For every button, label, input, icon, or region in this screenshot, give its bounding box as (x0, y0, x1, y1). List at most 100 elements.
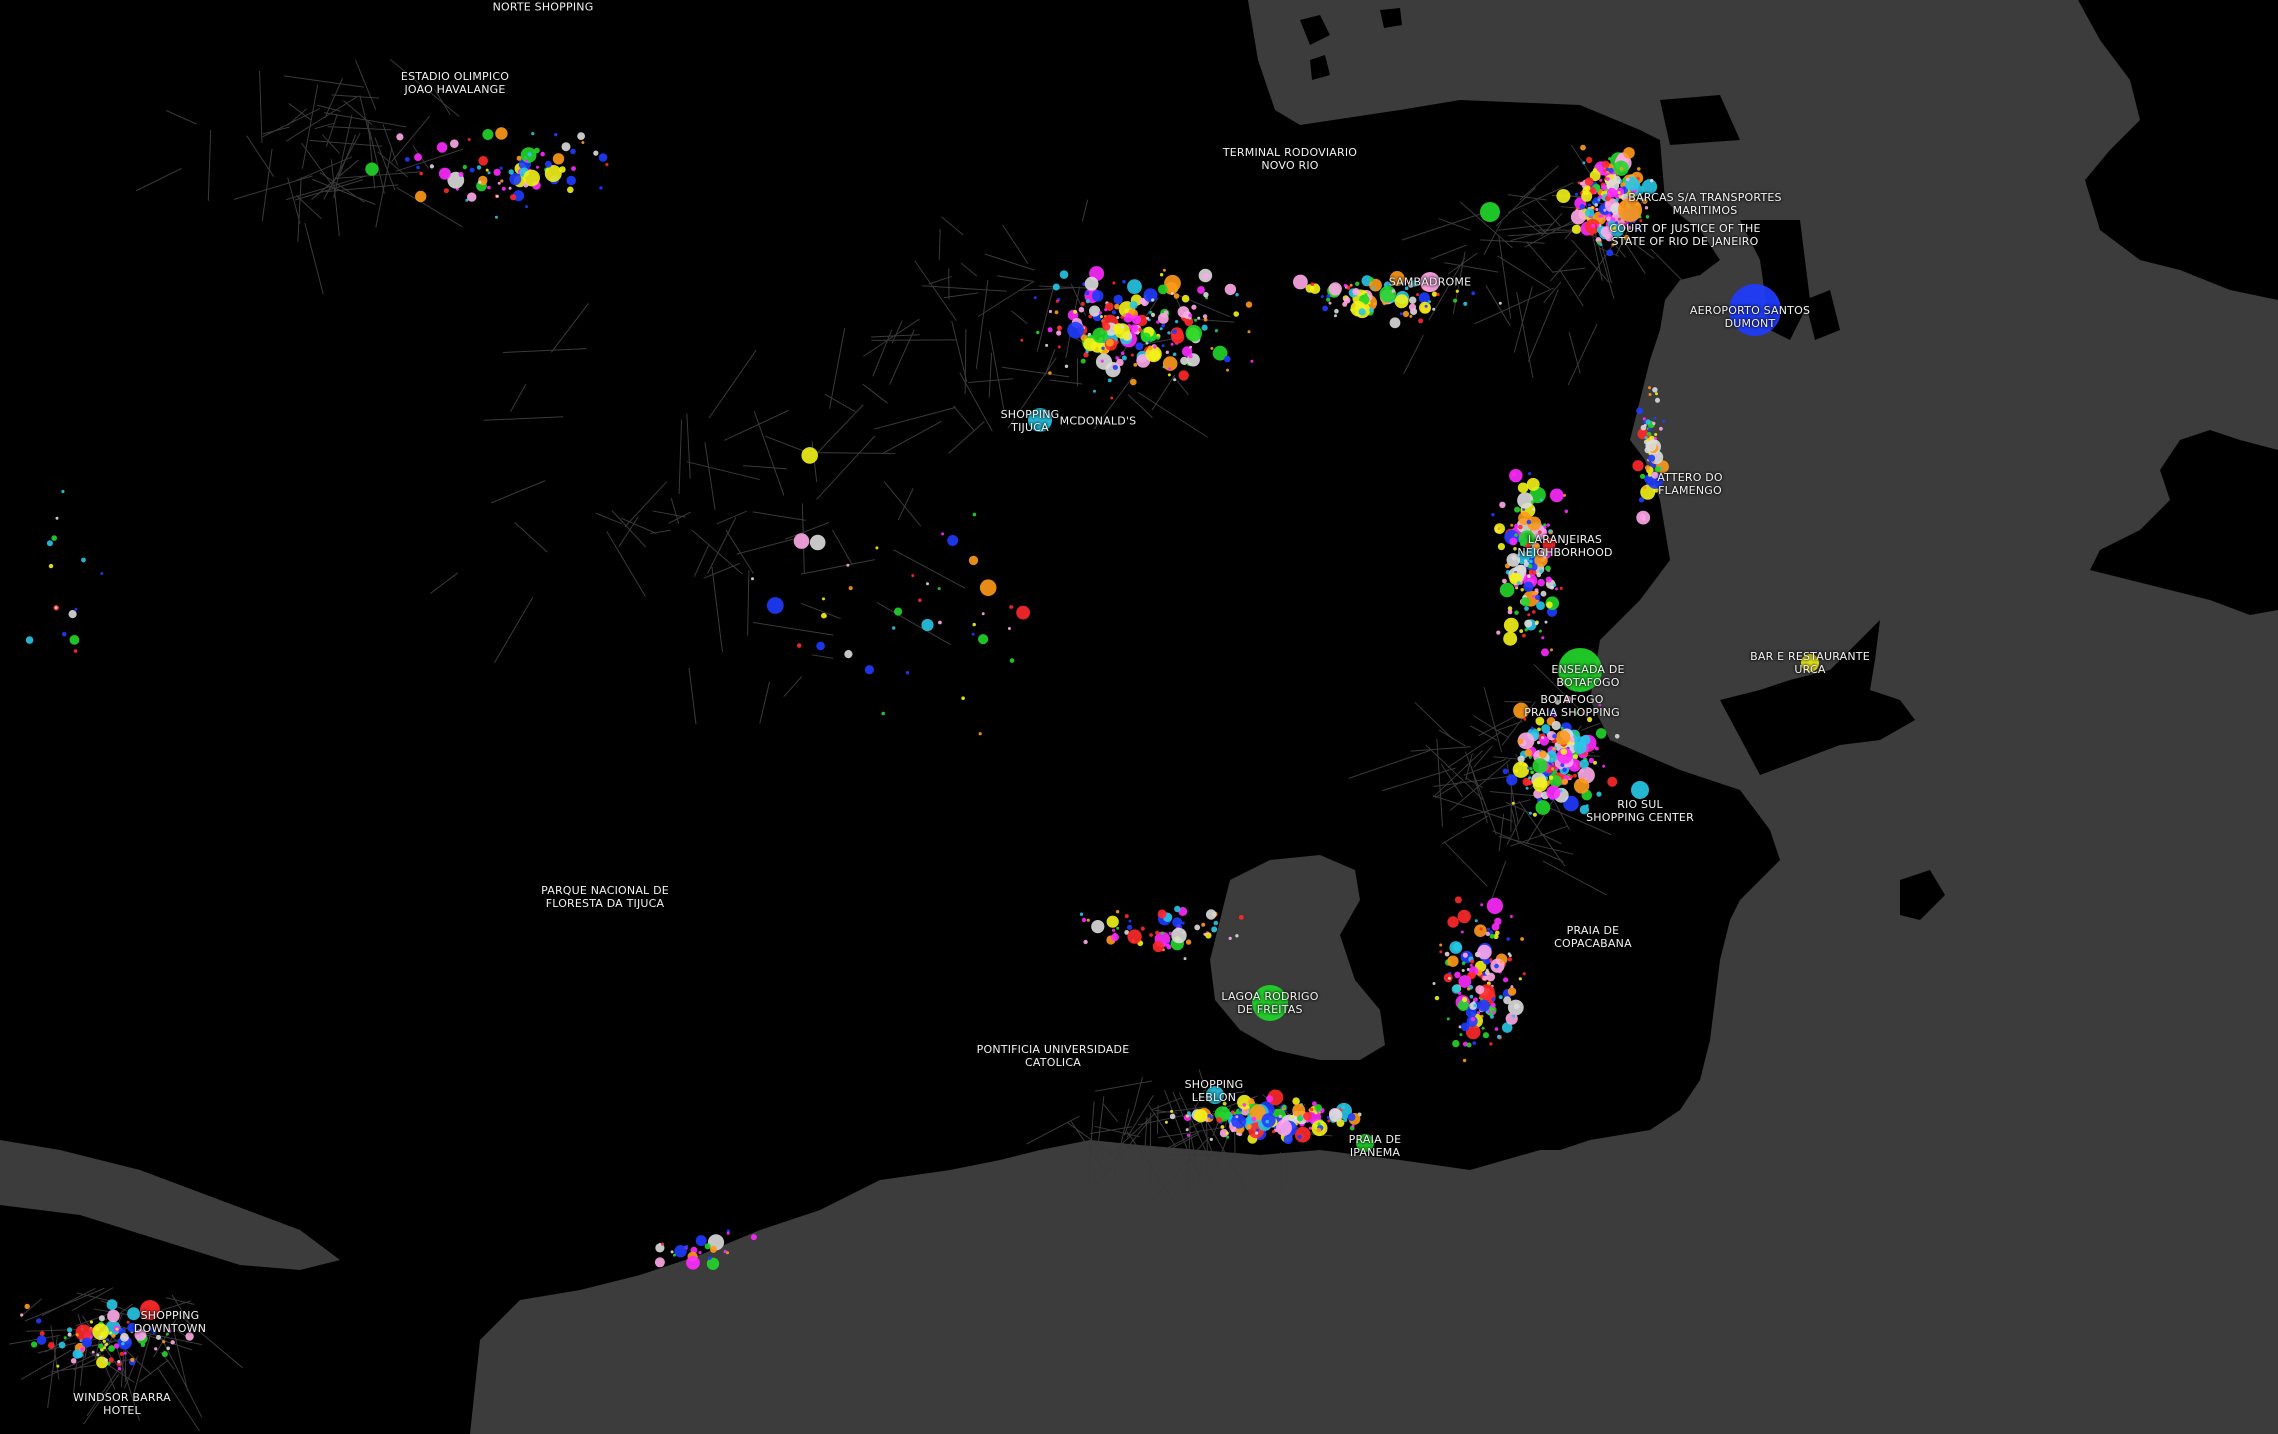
poi-dot-1469[interactable] (1644, 436, 1648, 440)
poi-dot-186[interactable] (1599, 243, 1603, 247)
poi-dot-1341[interactable] (1408, 303, 1417, 311)
poi-dot-1165[interactable] (467, 138, 471, 141)
poi-dot-1518[interactable] (1166, 944, 1172, 950)
poi-dot-1550[interactable] (809, 534, 826, 551)
poi-dot-482[interactable] (1553, 583, 1557, 587)
label-shopping-downtown[interactable]: SHOPPING DOWNTOWN (134, 1309, 206, 1335)
poi-dot-360[interactable] (1095, 353, 1113, 370)
poi-dot-702[interactable] (1560, 726, 1564, 730)
poi-dot-1210[interactable] (443, 188, 449, 194)
poi-dot-1600[interactable] (654, 1257, 665, 1268)
poi-dot-1306[interactable] (36, 1335, 47, 1345)
label-windsor[interactable]: WINDSOR BARRA HOTEL (73, 1391, 171, 1417)
poi-dot-532[interactable] (1514, 523, 1519, 529)
poi-dot-1171[interactable] (516, 155, 522, 161)
poi-dot-411[interactable] (1146, 316, 1150, 320)
poi-dot-507[interactable] (1517, 492, 1534, 509)
poi-dot-428[interactable] (1170, 342, 1174, 346)
landmark-dot-1617[interactable] (1631, 781, 1649, 799)
poi-dot-236[interactable] (1175, 320, 1179, 324)
poi-dot-425[interactable] (1085, 349, 1089, 354)
poi-dot-214[interactable] (1581, 190, 1593, 202)
poi-dot-1147[interactable] (450, 139, 459, 148)
poi-dot-225[interactable] (1181, 294, 1190, 303)
poi-dot-793[interactable] (1532, 758, 1548, 774)
poi-dot-1347[interactable] (1453, 298, 1458, 303)
poi-dot-1553[interactable] (801, 447, 818, 464)
poi-dot-1332[interactable] (1498, 301, 1502, 305)
poi-dot-487[interactable] (1499, 582, 1515, 598)
poi-dot-718[interactable] (1511, 801, 1515, 805)
poi-dot-1211[interactable] (540, 151, 545, 157)
poi-dot-993[interactable] (1489, 1042, 1493, 1046)
poi-dot-1204[interactable] (525, 159, 529, 163)
poi-dot-1316[interactable] (91, 1350, 95, 1354)
poi-dot-1164[interactable] (487, 185, 491, 190)
poi-dot-355[interactable] (1178, 370, 1189, 381)
poi-dot-974[interactable] (1233, 1126, 1237, 1130)
poi-dot-246[interactable] (1197, 286, 1205, 294)
poi-dot-1199[interactable] (559, 166, 566, 173)
landmark-dot-1616[interactable] (1480, 202, 1500, 222)
poi-dot-1466[interactable] (1655, 392, 1658, 396)
poi-dot-564[interactable] (1540, 590, 1547, 597)
poi-dot-1514[interactable] (1160, 931, 1164, 935)
poi-dot-389[interactable] (1202, 314, 1208, 319)
poi-dot-688[interactable] (1595, 728, 1607, 739)
poi-dot-591[interactable] (1545, 565, 1551, 572)
poi-dot-406[interactable] (1080, 358, 1086, 364)
poi-dot-1203[interactable] (534, 147, 540, 154)
poi-dot-983[interactable] (1317, 1122, 1321, 1126)
poi-dot-769[interactable] (1539, 750, 1547, 759)
poi-dot-1163[interactable] (476, 165, 482, 170)
poi-dot-300[interactable] (1149, 310, 1153, 314)
poi-dot-410[interactable] (1073, 309, 1078, 314)
poi-dot-577[interactable] (1528, 564, 1533, 569)
poi-dot-1521[interactable] (1157, 909, 1167, 919)
poi-dot-1524[interactable] (1185, 939, 1192, 945)
poi-dot-1557[interactable] (971, 632, 975, 636)
poi-dot-1292[interactable] (109, 1331, 113, 1335)
poi-dot-1536[interactable] (894, 607, 903, 616)
poi-dot-1544[interactable] (961, 696, 965, 700)
poi-dot-976[interactable] (1266, 1095, 1274, 1103)
poi-dot-1249[interactable] (130, 1357, 135, 1362)
poi-dot-1493[interactable] (1149, 933, 1153, 937)
poi-dot-1188[interactable] (497, 181, 501, 185)
poi-dot-276[interactable] (1120, 315, 1124, 319)
poi-dot-945[interactable] (1290, 1115, 1294, 1119)
poi-dot-1085[interactable] (1518, 977, 1522, 981)
poi-dot-1598[interactable] (674, 1245, 687, 1258)
poi-dot-369[interactable] (1112, 281, 1116, 285)
poi-dot-377[interactable] (1201, 324, 1208, 331)
poi-dot-180[interactable] (1619, 167, 1624, 171)
poi-dot-938[interactable] (1256, 1128, 1259, 1132)
poi-dot-1563[interactable] (1009, 605, 1014, 609)
poi-dot-691[interactable] (1572, 754, 1578, 760)
poi-dot-585[interactable] (1519, 629, 1524, 633)
poi-dot-207[interactable] (1597, 198, 1601, 202)
poi-dot-252[interactable] (1033, 296, 1037, 300)
poi-dot-799[interactable] (1560, 748, 1568, 755)
poi-dot-293[interactable] (1173, 293, 1180, 299)
poi-dot-328[interactable] (1105, 338, 1114, 347)
poi-dot-798[interactable] (1588, 757, 1595, 764)
poi-dot-1434[interactable] (1636, 510, 1651, 525)
poi-dot-1428[interactable] (1655, 397, 1660, 403)
poi-dot-258[interactable] (1159, 327, 1163, 331)
poi-dot-1139[interactable] (1475, 985, 1485, 995)
poi-dot-216[interactable] (1615, 198, 1619, 202)
poi-dot-480[interactable] (1524, 628, 1528, 632)
poi-dot-1157[interactable] (499, 166, 503, 170)
poi-dot-552[interactable] (1497, 527, 1501, 530)
poi-dot-540[interactable] (1524, 559, 1528, 563)
poi-dot-1457[interactable] (1643, 485, 1647, 490)
poi-dot-309[interactable] (1111, 310, 1117, 315)
poi-dot-244[interactable] (1085, 299, 1090, 304)
poi-dot-1551[interactable] (938, 620, 942, 625)
poi-dot-414[interactable] (1158, 284, 1168, 295)
poi-dot-1455[interactable] (1652, 421, 1656, 426)
poi-dot-324[interactable] (1084, 290, 1090, 296)
poi-dot-1180[interactable] (554, 133, 558, 137)
poi-dot-960[interactable] (1225, 1131, 1229, 1135)
